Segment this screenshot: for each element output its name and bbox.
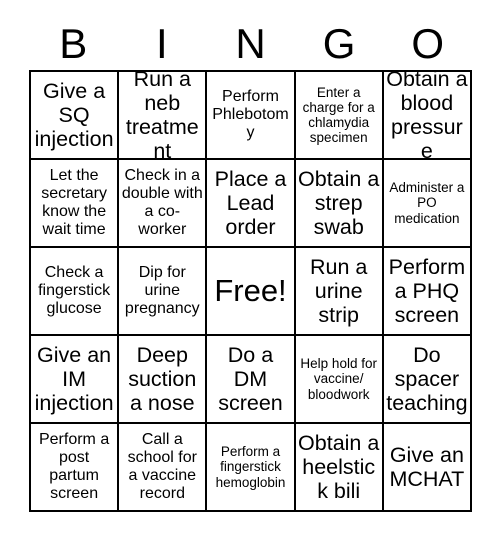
bingo-cell-label: Obtain a strep swab — [298, 166, 380, 240]
bingo-cell-free-space[interactable]: Free! — [207, 248, 296, 336]
header-letter-g: G — [322, 20, 356, 67]
bingo-cell-label: Do spacer teaching — [386, 342, 468, 416]
bingo-cell-r2c1[interactable]: Let the secretary know the wait time — [31, 160, 120, 248]
bingo-cell-label: Do a DM screen — [218, 342, 283, 416]
header-letter-b: B — [59, 20, 88, 67]
bingo-cell-r4c5[interactable]: Do spacer teaching — [383, 336, 472, 424]
bingo-cell-r2c5[interactable]: Administer a PO medication — [383, 160, 472, 248]
bingo-cell-label: Dip for urine pregnancy — [124, 264, 200, 317]
bingo-cell-label: Perform a fingerstick hemoglobin — [215, 444, 286, 490]
bingo-cell-r4c2[interactable]: Deep suction a nose — [119, 336, 208, 424]
bingo-cell-label: Run a neb treatment — [125, 72, 199, 160]
bingo-cell-label: Give an MCHAT — [389, 442, 465, 491]
bingo-cell-r2c3[interactable]: Place a Lead order — [207, 160, 296, 248]
bingo-cell-r1c2[interactable]: Run a neb treatment — [119, 72, 208, 160]
bingo-cell-label: Perform a post partum screen — [38, 431, 110, 502]
bingo-cell-label: Obtain a heelstick bili — [298, 430, 380, 504]
bingo-cell-label: Give a SQ injection — [34, 78, 114, 152]
bingo-cell-r1c5[interactable]: Obtain a blood pressure — [383, 72, 472, 160]
bingo-cell-r2c2[interactable]: Check in a double with a co-worker — [119, 160, 208, 248]
bingo-cell-r5c2[interactable]: Call a school for a vaccine record — [119, 424, 208, 512]
bingo-cell-label: Let the secretary know the wait time — [41, 167, 107, 238]
bingo-cell-label: Help hold for vaccine/ bloodwork — [300, 356, 377, 402]
bingo-cell-label: Check a fingerstick glucose — [38, 264, 111, 317]
header-letter-n: N — [235, 20, 266, 67]
bingo-cell-label: Give an IM injection — [34, 342, 114, 416]
bingo-cell-r5c4[interactable]: Obtain a heelstick bili — [295, 424, 384, 512]
bingo-cell-r4c3[interactable]: Do a DM screen — [207, 336, 296, 424]
free-space-label: Free! — [214, 272, 287, 308]
bingo-cell-r5c3[interactable]: Perform a fingerstick hemoglobin — [207, 424, 296, 512]
bingo-cell-r1c3[interactable]: Perform Phlebotomy — [207, 72, 296, 160]
bingo-cell-r3c5[interactable]: Perform a PHQ screen — [383, 248, 472, 336]
bingo-cell-r2c4[interactable]: Obtain a strep swab — [295, 160, 384, 248]
bingo-cell-r1c1[interactable]: Give a SQ injection — [31, 72, 120, 160]
bingo-cell-label: Perform Phlebotomy — [212, 88, 289, 141]
bingo-cell-label: Administer a PO medication — [389, 180, 465, 226]
bingo-cell-r4c1[interactable]: Give an IM injection — [31, 336, 120, 424]
bingo-cell-label: Call a school for a vaccine record — [127, 431, 197, 502]
bingo-card: B I N G O Give a SQ injection Run a neb … — [0, 0, 500, 544]
bingo-cell-r4c4[interactable]: Help hold for vaccine/ bloodwork — [295, 336, 384, 424]
bingo-cell-label: Run a urine strip — [310, 254, 368, 328]
bingo-cell-label: Enter a charge for a chlamydia specimen — [302, 84, 375, 146]
bingo-cell-r3c1[interactable]: Check a fingerstick glucose — [31, 248, 120, 336]
header-letter-o: O — [411, 20, 444, 67]
bingo-cell-r5c5[interactable]: Give an MCHAT — [383, 424, 472, 512]
bingo-cell-r5c1[interactable]: Perform a post partum screen — [31, 424, 120, 512]
bingo-cell-label: Perform a PHQ screen — [388, 254, 466, 328]
bingo-cell-label: Place a Lead order — [214, 166, 287, 240]
header-letter-i: I — [156, 20, 168, 67]
bingo-cell-r3c4[interactable]: Run a urine strip — [295, 248, 384, 336]
bingo-header: B I N G O — [29, 18, 472, 70]
bingo-grid: Give a SQ injection Run a neb treatment … — [29, 70, 472, 512]
bingo-cell-r1c4[interactable]: Enter a charge for a chlamydia specimen — [295, 72, 384, 160]
bingo-cell-label: Deep suction a nose — [128, 342, 197, 416]
bingo-cell-label: Check in a double with a co-worker — [121, 167, 203, 238]
bingo-cell-r3c2[interactable]: Dip for urine pregnancy — [119, 248, 208, 336]
bingo-cell-label: Obtain a blood pressure — [386, 72, 468, 160]
